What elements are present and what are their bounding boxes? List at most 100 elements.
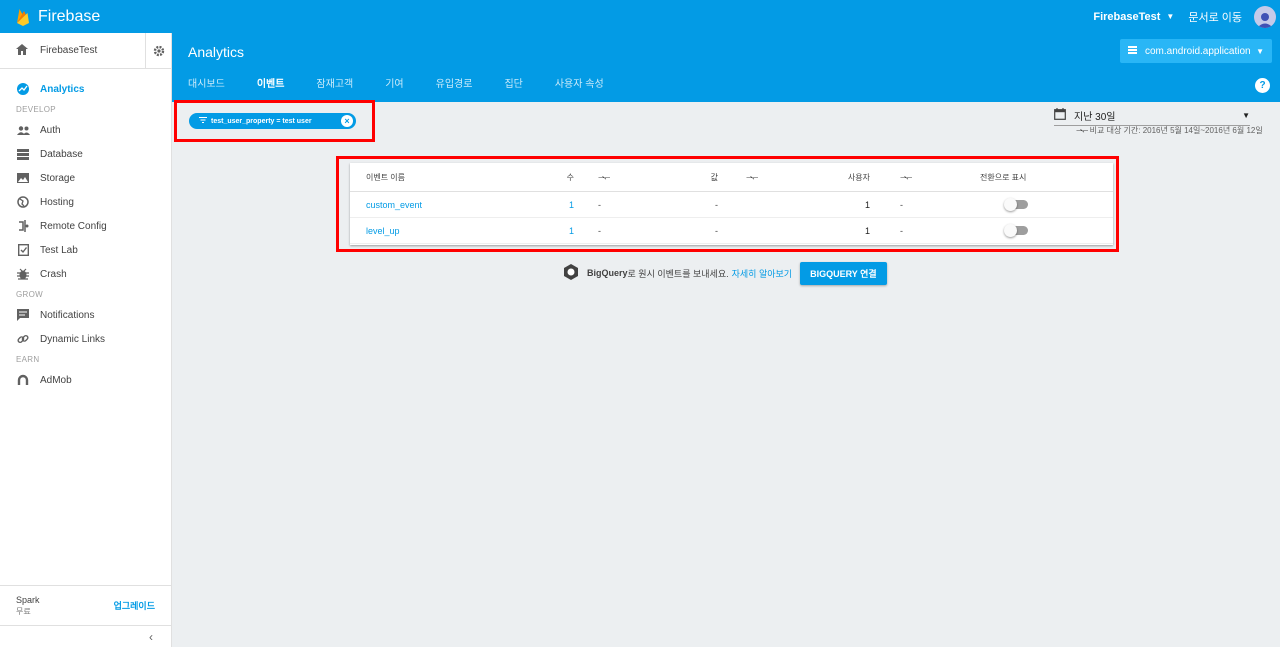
remote-config-icon: [16, 219, 30, 233]
event-name-link[interactable]: level_up: [366, 218, 400, 243]
help-icon[interactable]: ?: [1255, 78, 1270, 93]
nav-section-develop: DEVELOP: [16, 105, 56, 114]
calendar-icon: [1054, 108, 1066, 123]
learn-more-link[interactable]: 자세히 알아보기: [732, 267, 792, 280]
sidebar-item-analytics[interactable]: Analytics: [0, 77, 171, 101]
caret-down-icon: ▼: [1242, 111, 1250, 120]
bigquery-name: BigQuery: [587, 268, 628, 278]
compare-icon: ⇀↽: [598, 172, 610, 182]
conversion-toggle[interactable]: [1004, 198, 1028, 211]
event-name-link[interactable]: custom_event: [366, 192, 422, 217]
tab-cohorts[interactable]: 집단: [488, 73, 538, 102]
event-count[interactable]: 1: [550, 218, 574, 243]
tab-user-properties[interactable]: 사용자 속성: [539, 73, 620, 102]
gear-icon[interactable]: [145, 32, 171, 69]
conversion-toggle[interactable]: [1004, 224, 1028, 237]
sidebar: FirebaseTest Analytics DEVELOP Auth Data…: [0, 32, 172, 647]
compare-period: ⇀↽ 비교 대상 기간: 2016년 5월 14일~2016년 6월 12일: [1076, 125, 1263, 136]
analytics-header: Analytics com.android.application ▼ 대시보드…: [172, 33, 1280, 102]
database-icon: [16, 147, 30, 161]
link-icon: [16, 332, 30, 346]
tab-audiences[interactable]: 잠재고객: [300, 73, 369, 102]
compare-icon: ⇀↽: [900, 172, 912, 182]
event-count[interactable]: 1: [550, 192, 574, 217]
compare-icon: ⇀↽: [746, 172, 758, 182]
conversion-toggle-cell: [980, 218, 1028, 243]
sidebar-item-admob[interactable]: AdMob: [0, 368, 171, 392]
sidebar-item-remote-config[interactable]: Remote Config: [0, 214, 171, 238]
bigquery-promo: BigQuery 로 원시 이벤트를 보내세요. 자세히 알아보기 BIGQUE…: [563, 261, 887, 285]
sidebar-item-test-lab[interactable]: Test Lab: [0, 238, 171, 262]
people-icon: [16, 123, 30, 137]
globe-icon: [16, 195, 30, 209]
firebase-logo[interactable]: Firebase: [0, 8, 172, 26]
sidebar-item-label: Database: [40, 148, 83, 160]
sidebar-item-crash[interactable]: Crash: [0, 262, 171, 286]
tab-dashboard[interactable]: 대시보드: [172, 73, 241, 102]
sidebar-item-label: Remote Config: [40, 220, 107, 232]
sidebar-item-storage[interactable]: Storage: [0, 166, 171, 190]
conversion-toggle-cell: [980, 192, 1028, 217]
table-header: 이벤트 이름 수 ⇀↽ 값 ⇀↽ 사용자 ⇀↽ 전환으로 표시: [350, 163, 1113, 192]
close-icon[interactable]: ×: [341, 115, 353, 127]
sidebar-item-auth[interactable]: Auth: [0, 118, 171, 142]
analytics-tabs: 대시보드 이벤트 잠재고객 기여 유입경로 집단 사용자 속성: [172, 73, 620, 102]
tab-attribution[interactable]: 기여: [369, 73, 419, 102]
header-event-name[interactable]: 이벤트 이름: [366, 163, 405, 191]
sidebar-item-hosting[interactable]: Hosting: [0, 190, 171, 214]
filter-chip-label: test_user_property = test user: [211, 117, 312, 125]
compare-period-text: 비교 대상 기간: 2016년 5월 14일~2016년 6월 12일: [1089, 126, 1263, 135]
home-icon: [16, 43, 28, 58]
sidebar-item-label: Notifications: [40, 309, 95, 321]
header-value[interactable]: 값: [700, 163, 718, 191]
message-icon: [16, 308, 30, 322]
docs-link[interactable]: 문서로 이동: [1188, 9, 1242, 25]
header-users[interactable]: 사용자: [840, 163, 870, 191]
brand-name: Firebase: [38, 7, 101, 25]
app-name: com.android.application: [1145, 45, 1251, 57]
checklist-icon: [16, 243, 30, 257]
table-row: custom_event 1 - - 1 -: [350, 192, 1113, 218]
sidebar-item-label: Hosting: [40, 196, 74, 208]
admob-icon: [16, 373, 30, 387]
plan-name: Spark: [16, 594, 40, 605]
sidebar-item-label: Storage: [40, 172, 76, 184]
upgrade-button[interactable]: 업그레이드: [114, 599, 155, 612]
sidebar-project-row[interactable]: FirebaseTest: [0, 32, 171, 69]
chevron-left-icon: ‹: [149, 629, 153, 644]
sidebar-project-name: FirebaseTest: [40, 45, 98, 56]
event-users-change: -: [900, 199, 903, 210]
bigquery-link-button[interactable]: BIGQUERY 연결: [800, 261, 887, 285]
filter-chip[interactable]: test_user_property = test user ×: [189, 113, 356, 129]
top-bar: Firebase FirebaseTest ▼ 문서로 이동: [0, 0, 1280, 33]
sidebar-item-label: Test Lab: [40, 244, 78, 256]
person-icon: [1257, 12, 1273, 28]
sidebar-item-label: Analytics: [40, 83, 85, 95]
sidebar-item-database[interactable]: Database: [0, 142, 171, 166]
events-table: 이벤트 이름 수 ⇀↽ 값 ⇀↽ 사용자 ⇀↽ 전환으로 표시 custom_e…: [350, 163, 1113, 245]
caret-down-icon: ▼: [1256, 46, 1264, 56]
collapse-sidebar-button[interactable]: ‹: [0, 625, 171, 647]
bug-icon: [16, 267, 30, 281]
tab-events[interactable]: 이벤트: [241, 73, 301, 102]
event-value: -: [715, 225, 718, 236]
sidebar-item-notifications[interactable]: Notifications: [0, 303, 171, 327]
event-users-change: -: [900, 225, 903, 236]
date-range-selector[interactable]: 지난 30일 ▼ ⇀↽ 비교 대상 기간: 2016년 5월 14일~2016년…: [1054, 108, 1263, 135]
sidebar-item-dynamic-links[interactable]: Dynamic Links: [0, 327, 171, 351]
sidebar-nav: Analytics DEVELOP Auth Database Storage …: [0, 69, 171, 392]
analytics-icon: [16, 82, 30, 96]
image-icon: [16, 171, 30, 185]
bigquery-icon: [563, 264, 579, 282]
avatar[interactable]: [1254, 5, 1276, 28]
project-switcher[interactable]: FirebaseTest ▼: [1093, 11, 1174, 23]
toggle-knob: [1004, 198, 1017, 211]
tab-funnels[interactable]: 유입경로: [420, 73, 489, 102]
plan-price: 무료: [16, 606, 31, 616]
header-count[interactable]: 수: [550, 163, 574, 191]
page-title: Analytics: [188, 44, 245, 60]
header-conversion: 전환으로 표시: [980, 172, 1027, 182]
app-icon: [1128, 45, 1137, 57]
app-selector[interactable]: com.android.application ▼: [1120, 39, 1272, 63]
sidebar-item-label: Dynamic Links: [40, 333, 106, 345]
